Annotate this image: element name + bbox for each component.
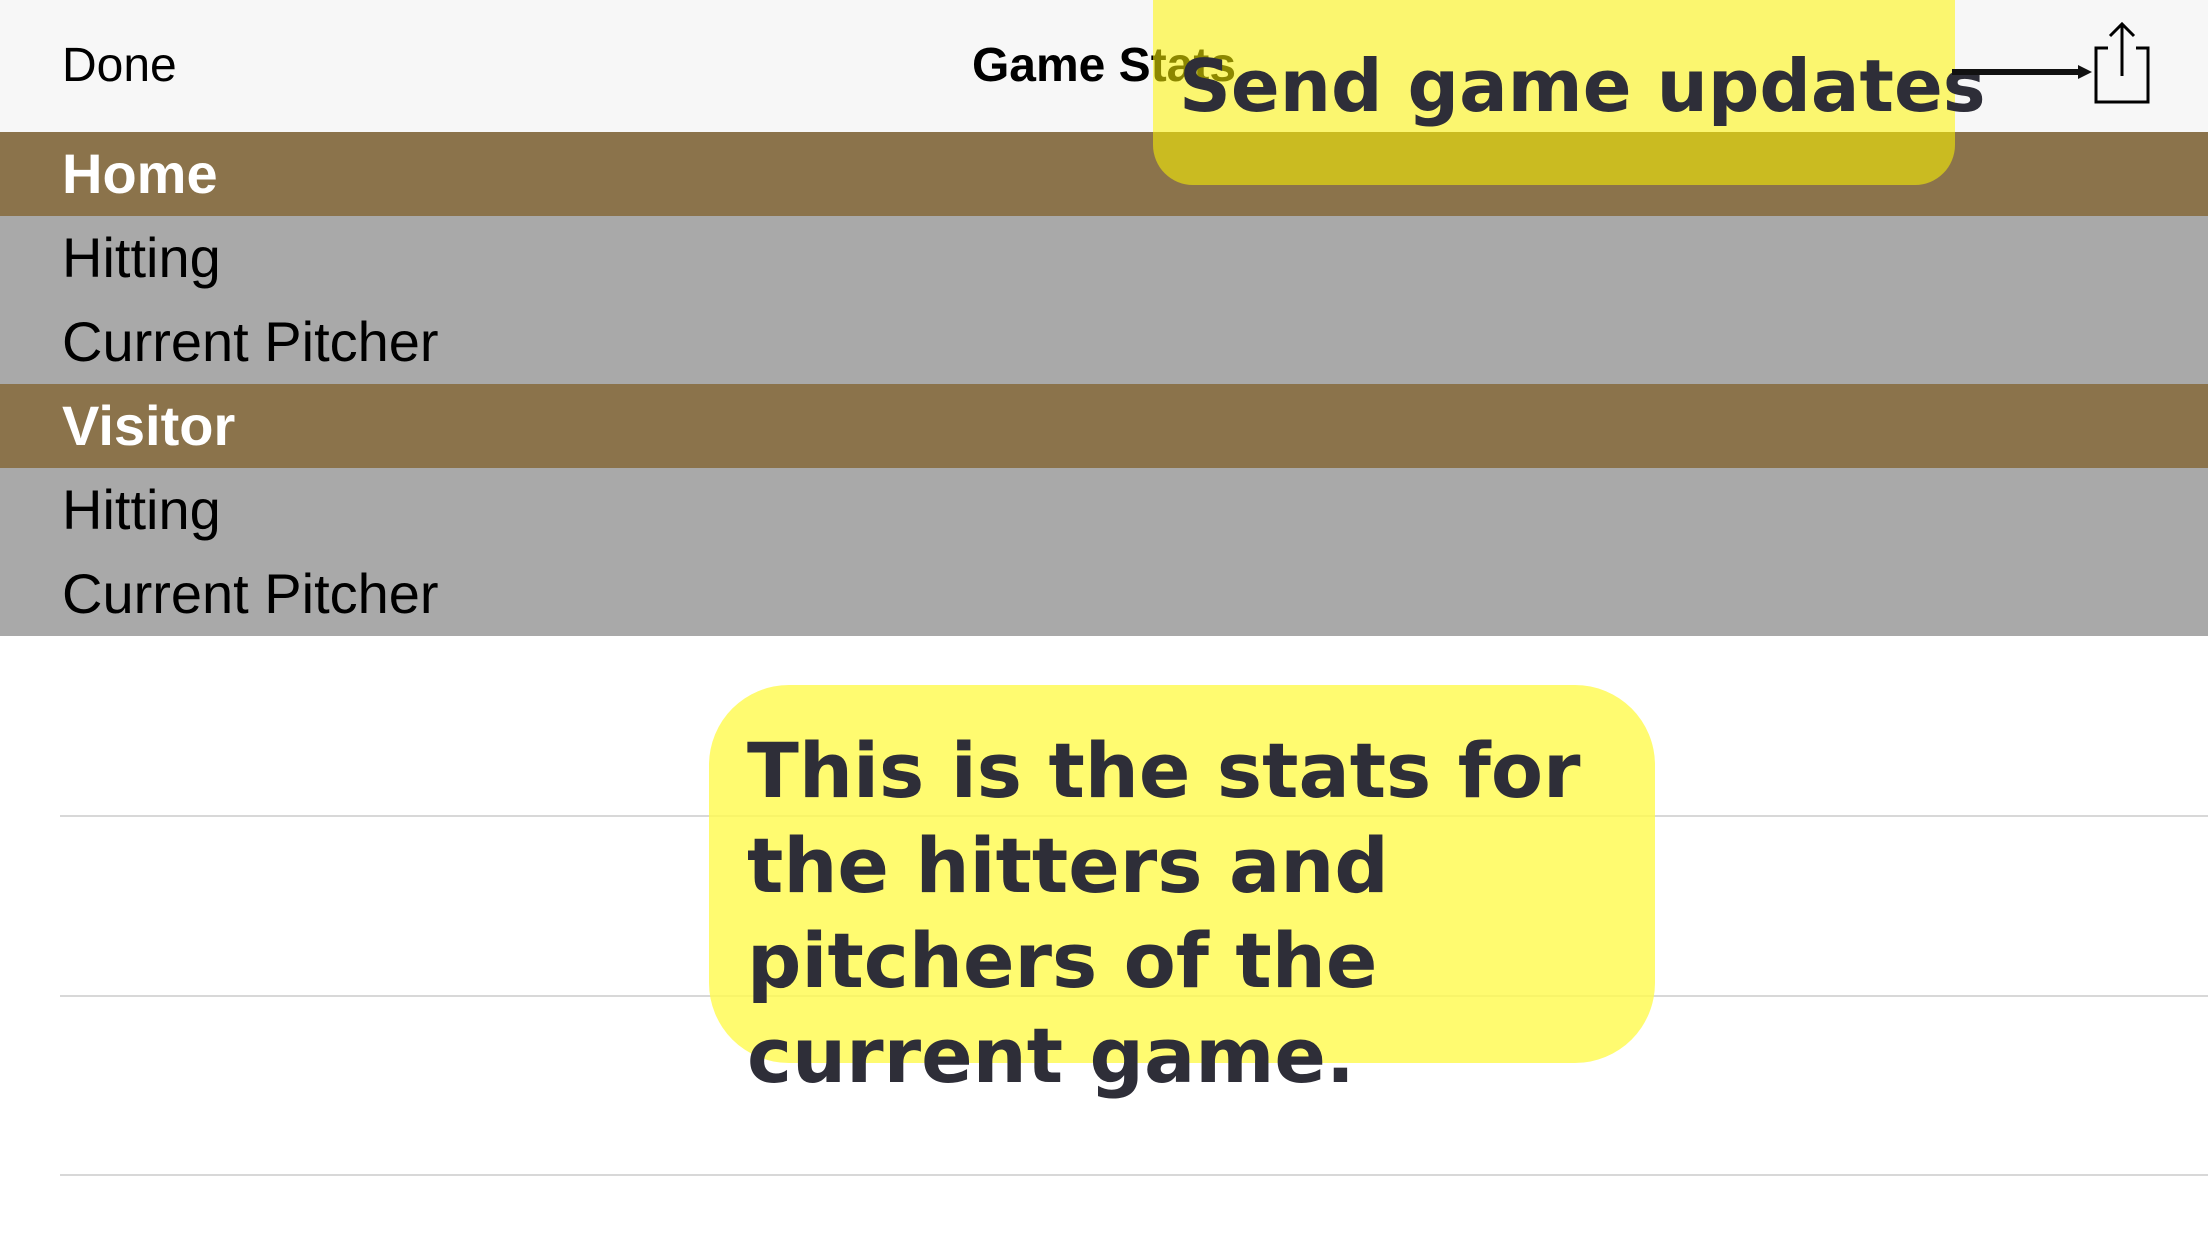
section-header-visitor: Visitor	[0, 384, 2208, 468]
callout-text: This is the stats for the hitters and pi…	[747, 726, 1581, 1100]
empty-row-separator	[60, 1174, 2208, 1176]
row-home-current-pitcher[interactable]: Current Pitcher	[0, 300, 2208, 384]
row-label: Hitting	[62, 226, 221, 289]
row-visitor-hitting[interactable]: Hitting	[0, 468, 2208, 552]
callout-stats-description: This is the stats for the hitters and pi…	[709, 685, 1655, 1100]
row-label: Current Pitcher	[62, 310, 439, 373]
row-label: Hitting	[62, 478, 221, 541]
callout-arrow	[1952, 65, 2092, 79]
share-icon	[2094, 21, 2150, 104]
section-header-label: Home	[62, 142, 218, 205]
row-label: Current Pitcher	[62, 562, 439, 625]
callout-send-updates: Send game updates	[1153, 0, 1986, 185]
share-button[interactable]	[2080, 18, 2160, 108]
section-header-label: Visitor	[62, 394, 236, 457]
callout-text: Send game updates	[1179, 44, 1986, 128]
row-visitor-current-pitcher[interactable]: Current Pitcher	[0, 552, 2208, 636]
row-home-hitting[interactable]: Hitting	[0, 216, 2208, 300]
